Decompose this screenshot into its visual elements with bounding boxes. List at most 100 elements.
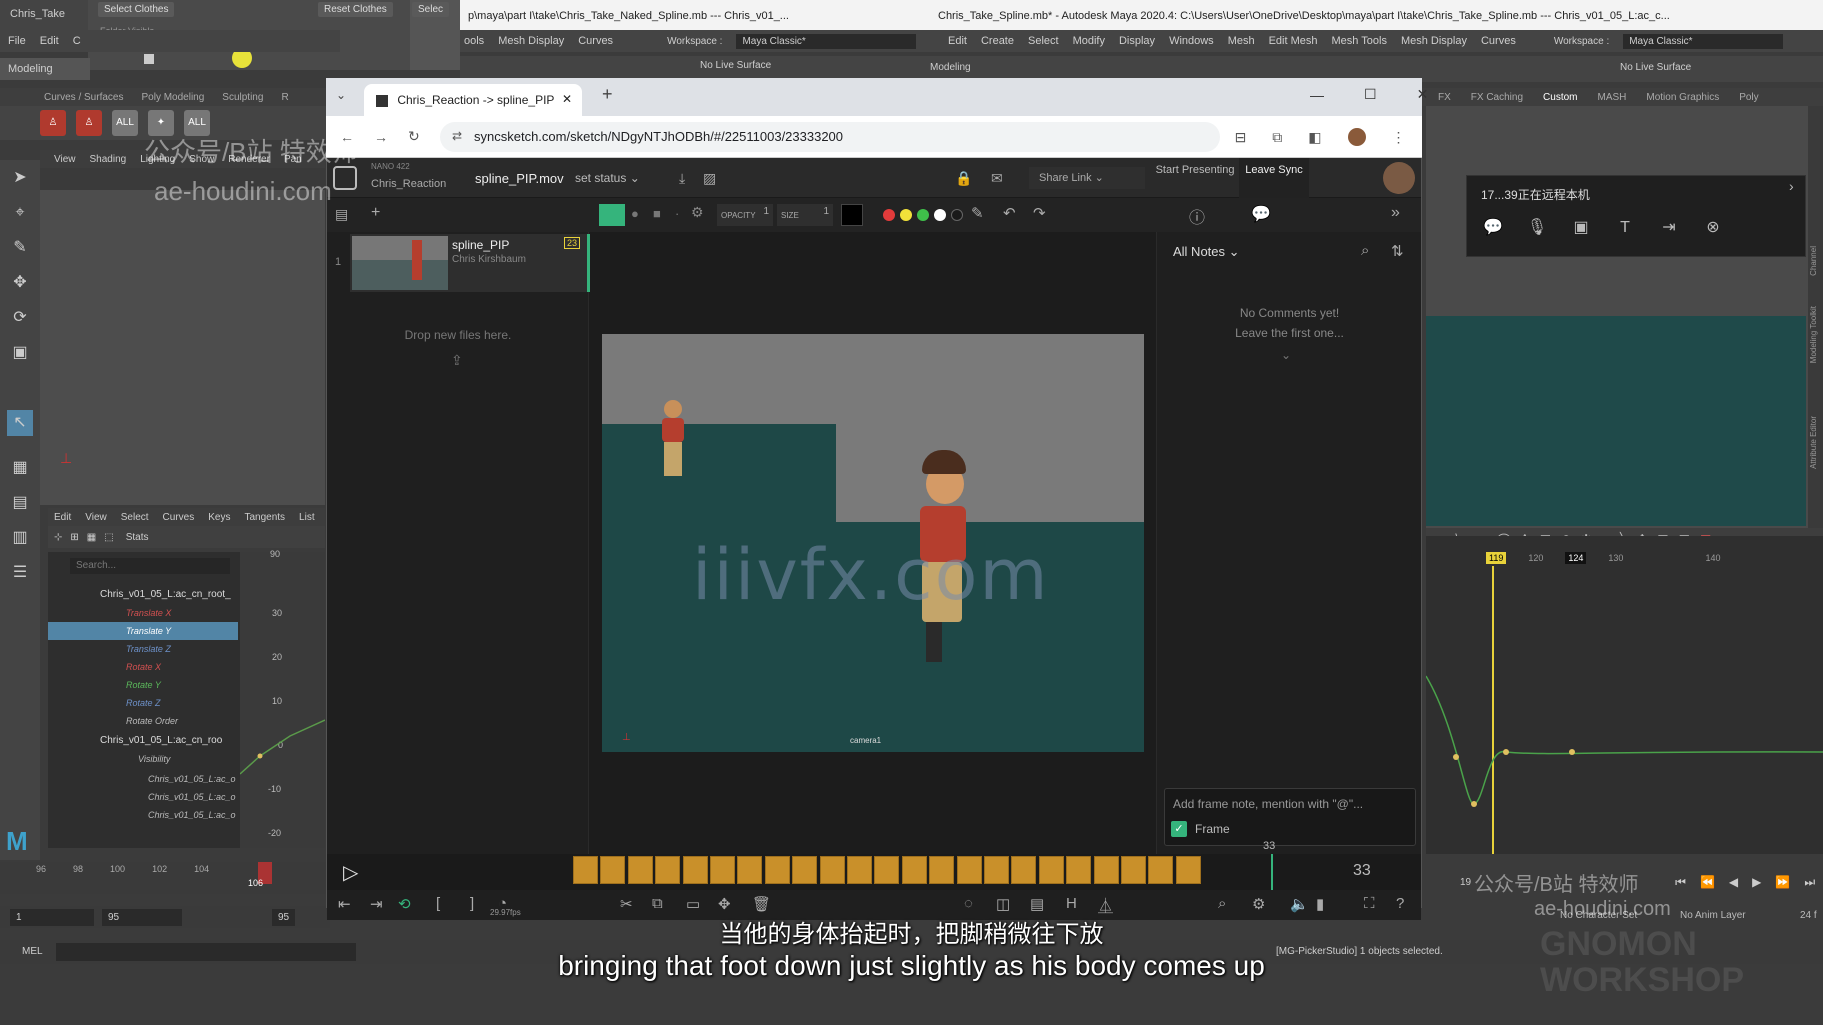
file-transfer-icon[interactable]: ⇥ [1657, 216, 1681, 240]
square-tool-icon[interactable]: ■ [653, 206, 661, 221]
move-icon[interactable]: ✥ [718, 895, 731, 913]
frame-cell[interactable] [682, 856, 708, 884]
menu-c[interactable]: C [73, 35, 81, 47]
menu-curves[interactable]: Curves [1481, 35, 1516, 47]
reload-icon[interactable]: ↻ [408, 128, 420, 145]
menu-display[interactable]: Display [1119, 35, 1155, 47]
lock-icon[interactable]: 🔒 [955, 170, 972, 187]
frame-cell[interactable] [901, 856, 927, 884]
volume-icon[interactable]: 🔈 [1290, 895, 1309, 913]
syncsketch-logo-icon[interactable] [333, 166, 357, 190]
frame-cell[interactable] [1093, 856, 1119, 884]
prev-frame-icon[interactable]: ⇤ [338, 895, 351, 913]
skip-start-icon[interactable]: ⏮ [1675, 875, 1686, 890]
mail-icon[interactable]: ✉ [991, 170, 1003, 187]
grid-icon[interactable]: ▦ [87, 532, 96, 543]
flip-icon[interactable]: ⏅ [1098, 895, 1113, 916]
menu-edit-mesh[interactable]: Edit Mesh [1269, 35, 1318, 47]
layout-icon[interactable]: ▤ [7, 490, 33, 516]
graph-menu-edit[interactable]: Edit [54, 512, 71, 523]
color-black[interactable] [951, 209, 963, 221]
outliner-search-input[interactable]: Search... [70, 558, 230, 574]
undo-icon[interactable]: ↶ [1003, 204, 1016, 222]
close-icon[interactable]: ✕ [1417, 86, 1429, 103]
select-tool-icon[interactable]: ➤ [7, 165, 33, 191]
graph-editor-area[interactable]: 90 30 20 10 0 -10 -20 [240, 549, 325, 848]
frame-cell[interactable] [737, 856, 763, 884]
hide-icon[interactable]: ◌ [964, 895, 973, 912]
character-icon[interactable]: ♙ [76, 110, 102, 136]
ghost-icon[interactable]: ◫ [996, 895, 1010, 913]
menu-windows[interactable]: Windows [1169, 35, 1214, 47]
opacity-control[interactable]: OPACITY 1 [717, 204, 773, 226]
outliner-attr-item[interactable]: Rotate Order [48, 712, 238, 730]
skip-end-icon[interactable]: ⏭ [1804, 875, 1815, 890]
shelf-tab-mash[interactable]: MASH [1597, 92, 1626, 103]
circle-tool-icon[interactable]: ● [631, 206, 639, 221]
minimize-icon[interactable]: — [1310, 87, 1324, 103]
settings-gear-icon[interactable]: ⚙ [1252, 895, 1265, 913]
help-icon[interactable]: ? [1396, 895, 1404, 912]
menu-mesh-display[interactable]: Mesh Display [498, 35, 564, 47]
redo-icon[interactable]: ↷ [1033, 204, 1046, 222]
scale-tool-icon[interactable]: ▣ [7, 340, 33, 366]
waveform-icon[interactable]: ▮ [1316, 895, 1324, 913]
play-icon[interactable]: ▷ [343, 860, 358, 885]
frame-cell[interactable] [764, 856, 790, 884]
outliner-child-item[interactable]: Chris_v01_05_L:ac_o [48, 806, 238, 824]
cut-icon[interactable]: ✂ [620, 895, 633, 913]
menu-edit[interactable]: Edit [40, 35, 59, 47]
workspace-select[interactable]: Maya Classic* [1623, 33, 1784, 49]
play-back-icon[interactable]: ◀ [1729, 875, 1738, 889]
tab-search-icon[interactable]: ⌄ [336, 88, 346, 102]
shelf-tab-poly[interactable]: Poly Modeling [141, 92, 204, 103]
project-name[interactable]: Chris_Reaction [371, 178, 446, 190]
step-forward-icon[interactable]: ⏩ [1775, 875, 1790, 889]
menu-mesh-tools[interactable]: Mesh Tools [1332, 35, 1387, 47]
site-info-icon[interactable]: ⇄ [452, 129, 462, 143]
shelf-tab-poly[interactable]: Poly [1739, 92, 1758, 103]
layout-icon[interactable]: ▥ [7, 525, 33, 551]
chat-icon[interactable]: 💬 [1481, 216, 1505, 240]
layout-icon[interactable]: ▦ [7, 455, 33, 481]
outliner-root-item[interactable]: Chris_v01_05_L:ac_cn_roo [48, 732, 238, 750]
profile-avatar[interactable] [1347, 128, 1366, 146]
grid-icon[interactable]: ▤ [1030, 895, 1044, 913]
shelf-tab-custom[interactable]: Custom [1543, 92, 1577, 103]
reset-clothes-button[interactable]: Reset Clothes [318, 2, 393, 17]
side-tab-channel[interactable]: Channel [1809, 246, 1818, 276]
menu-edit[interactable]: Edit [948, 35, 967, 47]
media-icon[interactable]: ⊟ [1235, 129, 1247, 146]
more-menu-icon[interactable]: ⋮ [1392, 129, 1406, 146]
play-icon[interactable]: ▶ [1752, 875, 1761, 889]
menu-modify[interactable]: Modify [1073, 35, 1105, 47]
graph-menu-select[interactable]: Select [121, 512, 149, 523]
delete-icon[interactable]: 🗑 [752, 895, 771, 913]
outliner-attr-item[interactable]: Rotate X [48, 658, 238, 676]
collapse-panel-icon[interactable]: » [1391, 204, 1400, 222]
layout-icon[interactable]: ▤ [335, 206, 348, 223]
frame-cell[interactable] [1148, 856, 1174, 884]
next-frame-icon[interactable]: ⇥ [370, 895, 383, 913]
menu-mesh-display[interactable]: Mesh Display [1401, 35, 1467, 47]
frame-cell[interactable] [956, 856, 982, 884]
sort-icon[interactable]: ⇅ [1391, 242, 1404, 260]
chevron-down-icon[interactable]: ⌄ [1281, 348, 1291, 362]
screen-icon[interactable]: ▣ [1569, 216, 1593, 240]
annotation-mode-icon[interactable] [599, 204, 625, 226]
live-surface-label[interactable]: No Live Surface [700, 60, 771, 71]
rotate-tool-icon[interactable]: ⟳ [7, 305, 33, 331]
in-point-icon[interactable]: [ [436, 895, 440, 912]
download-icon[interactable]: ⤓ [679, 170, 685, 187]
frame-cell[interactable] [655, 856, 681, 884]
graph-menu-curves[interactable]: Curves [163, 512, 195, 523]
tangent-icon[interactable]: ⊞ [70, 532, 78, 543]
character-icon[interactable]: ♙ [40, 110, 66, 136]
mode-select[interactable]: Modeling [0, 58, 90, 80]
outliner-attr-item[interactable]: Translate Z [48, 640, 238, 658]
outliner-attr-item[interactable]: Rotate Z [48, 694, 238, 712]
search-icon[interactable]: ⌕ [1361, 242, 1369, 259]
outliner-child-item[interactable]: Chris_v01_05_L:ac_o [48, 770, 238, 788]
shelf-tab-fx[interactable]: FX [1438, 92, 1451, 103]
maximize-icon[interactable]: ☐ [1364, 86, 1377, 103]
